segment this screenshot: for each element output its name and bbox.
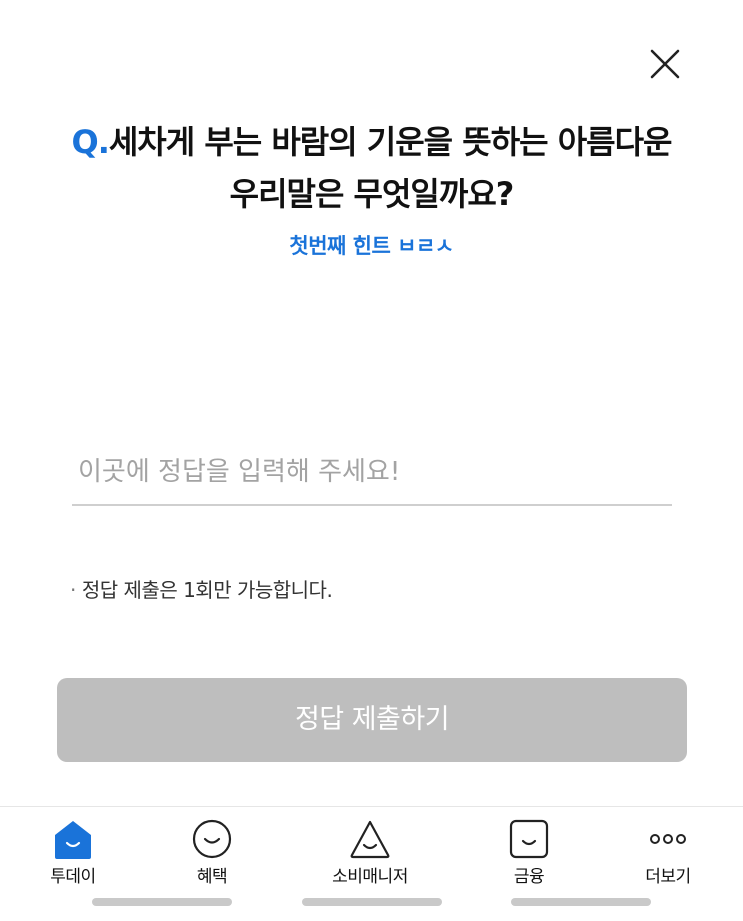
gesture-bar-left — [92, 898, 232, 906]
submit-answer-button[interactable]: 정답 제출하기 — [57, 678, 687, 762]
today-home-icon — [51, 817, 95, 861]
quiz-question: Q.세차게 부는 바람의 기운을 뜻하는 아름다운 우리말은 무엇일까요? — [30, 116, 713, 220]
hint-text: 첫번째 힌트 ㅂㄹㅅ — [289, 234, 454, 258]
tab-more[interactable]: 더보기 — [598, 807, 738, 897]
tab-label-today: 투데이 — [50, 867, 96, 887]
notice-bullet: · — [70, 578, 76, 602]
smile-square-icon — [507, 817, 551, 861]
tab-finance[interactable]: 금융 — [459, 807, 599, 897]
tab-today[interactable]: 투데이 — [3, 807, 143, 897]
tab-label-more: 더보기 — [645, 867, 691, 887]
close-icon — [650, 49, 680, 79]
tab-label-spending-manager: 소비매니저 — [332, 867, 408, 887]
submit-notice: · 정답 제출은 1회만 가능합니다. — [70, 574, 333, 603]
smile-triangle-icon — [348, 817, 392, 861]
tab-spending-manager[interactable]: 소비매니저 — [300, 807, 440, 897]
more-dots-icon — [646, 817, 690, 861]
tab-benefits[interactable]: 혜택 — [142, 807, 282, 897]
smile-circle-icon — [190, 817, 234, 861]
question-line-2: 우리말은 무엇일까요? — [229, 175, 515, 213]
question-line-1: Q.세차게 부는 바람의 기운을 뜻하는 아름다운 — [30, 116, 713, 168]
notice-text: 정답 제출은 1회만 가능합니다. — [81, 578, 333, 602]
tab-label-benefits: 혜택 — [196, 867, 228, 887]
answer-input[interactable] — [72, 440, 672, 506]
gesture-bar-center — [302, 898, 442, 906]
tab-label-finance: 금융 — [513, 867, 545, 887]
question-prefix: Q. — [71, 123, 110, 161]
close-button[interactable] — [645, 44, 685, 84]
gesture-bar-right — [511, 898, 651, 906]
question-text-1: 세차게 부는 바람의 기운을 뜻하는 아름다운 — [108, 123, 673, 161]
